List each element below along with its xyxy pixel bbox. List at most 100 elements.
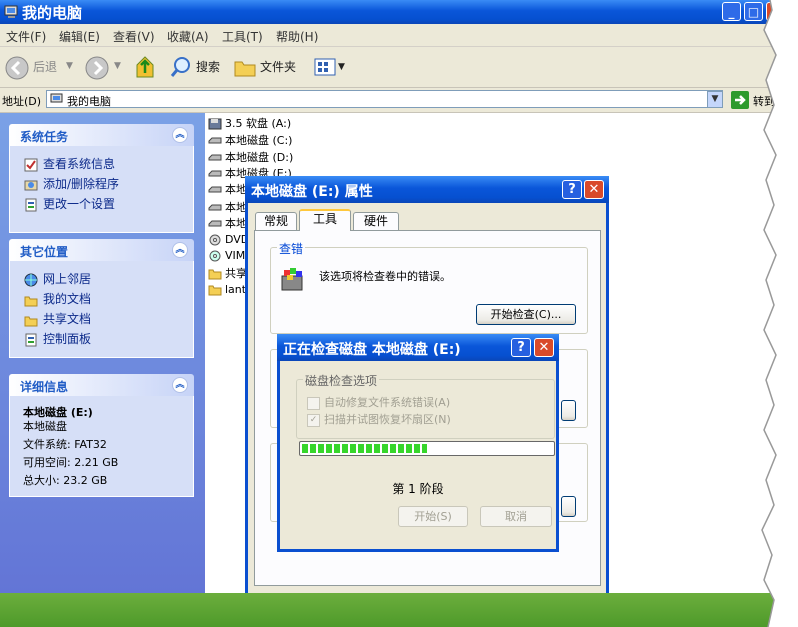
link-my-documents[interactable]: 我的文档: [24, 290, 91, 307]
link-change-setting[interactable]: 更改一个设置: [24, 195, 115, 212]
go-arrow-icon[interactable]: [731, 91, 749, 109]
tab-hardware[interactable]: 硬件: [353, 212, 399, 230]
link-label: 更改一个设置: [43, 197, 116, 211]
close-button[interactable]: ✕: [584, 180, 604, 199]
details-total-size: 总大小: 23.2 GB: [23, 474, 108, 487]
cancel-button[interactable]: 取消: [480, 506, 552, 527]
list-item[interactable]: 本地: [208, 181, 247, 197]
file-label: 本地: [225, 217, 247, 230]
window-title: 我的电脑: [22, 4, 83, 22]
search-button-label[interactable]: 搜索: [196, 58, 220, 75]
details-filesystem: 文件系统: FAT32: [23, 438, 107, 451]
checkbox-checked-icon: ✓: [307, 413, 320, 427]
menu-edit[interactable]: 编辑(E): [59, 28, 100, 45]
list-item[interactable]: 本地: [208, 215, 247, 231]
defrag-button[interactable]: [561, 400, 576, 421]
link-network-places[interactable]: 网上邻居: [24, 270, 91, 287]
list-item[interactable]: 3.5 软盘 (A:): [208, 115, 291, 131]
system-tasks-header[interactable]: 系统任务 ︽: [9, 124, 194, 146]
progress-fill: [302, 444, 427, 453]
shared-folder-icon: [208, 269, 222, 280]
properties-titlebar[interactable]: 本地磁盘 (E:) 属性 ? ✕: [245, 176, 609, 203]
collapse-chevron-icon[interactable]: ︽: [172, 127, 188, 143]
tab-general[interactable]: 常规: [255, 212, 297, 230]
file-label: 本地磁盘 (D:): [225, 151, 294, 164]
start-button[interactable]: 开始(S): [398, 506, 468, 527]
list-item[interactable]: lanti: [208, 283, 249, 296]
checkbox-unchecked-icon: [307, 396, 320, 410]
file-label: 本地: [225, 183, 247, 196]
system-tasks-title: 系统任务: [20, 130, 69, 144]
link-label: 查看系统信息: [43, 157, 116, 171]
details-title: 详细信息: [20, 380, 69, 394]
folders-icon[interactable]: [233, 56, 257, 78]
other-places-header[interactable]: 其它位置 ︽: [9, 239, 194, 261]
address-input[interactable]: 我的电脑: [46, 90, 723, 108]
disk-check-icon: [281, 268, 303, 291]
link-label: 添加/删除程序: [43, 177, 120, 191]
back-arrow-icon[interactable]: [5, 56, 29, 80]
address-dropdown-icon[interactable]: ▼: [707, 91, 723, 108]
views-icon[interactable]: [314, 58, 336, 76]
views-dropdown-icon[interactable]: ▼: [338, 62, 345, 72]
search-icon[interactable]: [169, 55, 193, 79]
menu-file[interactable]: 文件(F): [6, 28, 46, 45]
link-control-panel[interactable]: 控制面板: [24, 330, 91, 347]
cd-drive-icon: [209, 250, 221, 262]
check-disk-titlebar[interactable]: 正在检查磁盘 本地磁盘 (E:) ? ✕: [277, 334, 559, 361]
list-item[interactable]: 本地: [208, 199, 247, 215]
list-item[interactable]: VIM: [208, 249, 245, 262]
progress-bar: [299, 441, 555, 456]
details-free-space: 可用空间: 2.21 GB: [23, 456, 119, 469]
forward-dropdown-icon[interactable]: ▼: [114, 61, 121, 71]
my-computer-icon: [50, 93, 63, 103]
start-check-button[interactable]: 开始检查(C)...: [476, 304, 576, 325]
back-dropdown-icon[interactable]: ▼: [66, 61, 73, 71]
link-shared-documents[interactable]: 共享文档: [24, 310, 91, 327]
menu-tools[interactable]: 工具(T): [222, 28, 263, 45]
list-item[interactable]: DVD: [208, 233, 249, 246]
window-titlebar[interactable]: 我的电脑 _ □ ✕: [0, 0, 790, 24]
toolbar: 后退 ▼ ▼ 搜索 文件夹 ▼: [0, 47, 790, 88]
check-disk-dialog: 正在检查磁盘 本地磁盘 (E:) ? ✕ 磁盘检查选项 自动修复文件系统错误(A…: [277, 334, 559, 552]
tab-tools[interactable]: 工具: [299, 209, 351, 231]
hard-drive-icon: [208, 137, 222, 144]
help-button[interactable]: ?: [562, 180, 582, 199]
collapse-chevron-icon[interactable]: ︽: [172, 242, 188, 258]
address-label: 地址(D): [2, 95, 42, 108]
minimize-button[interactable]: _: [722, 2, 741, 21]
auto-fix-checkbox[interactable]: 自动修复文件系统错误(A): [307, 394, 450, 410]
scan-recover-checkbox[interactable]: ✓ 扫描并试图恢复坏扇区(N): [307, 411, 451, 427]
up-folder-icon[interactable]: [134, 55, 156, 79]
control-panel-icon: [25, 333, 37, 346]
file-label: 3.5 软盘 (A:): [225, 117, 292, 130]
file-label: 本地: [225, 201, 247, 214]
menu-help[interactable]: 帮助(H): [276, 28, 318, 45]
system-tasks-panel: 系统任务 ︽ 查看系统信息 添加/删除程序 更改一个设置: [9, 124, 194, 233]
link-label: 我的文档: [43, 292, 92, 306]
collapse-chevron-icon[interactable]: ︽: [172, 377, 188, 393]
link-label: 控制面板: [43, 332, 92, 346]
scan-recover-label: 扫描并试图恢复坏扇区(N): [324, 413, 451, 426]
backup-button[interactable]: [561, 496, 576, 517]
menu-view[interactable]: 查看(V): [113, 28, 155, 45]
check-disk-title: 正在检查磁盘 本地磁盘 (E:): [283, 342, 461, 358]
stage-label: 第 1 阶段: [392, 482, 444, 496]
folders-button-label[interactable]: 文件夹: [260, 58, 296, 75]
list-item[interactable]: 本地磁盘 (C:): [208, 132, 292, 148]
help-button[interactable]: ?: [511, 338, 531, 357]
back-button-label[interactable]: 后退: [33, 58, 57, 75]
close-button[interactable]: ✕: [534, 338, 554, 357]
network-places-icon: [24, 273, 38, 286]
details-header[interactable]: 详细信息 ︽: [9, 374, 194, 396]
link-view-system-info[interactable]: 查看系统信息: [24, 155, 115, 172]
list-item[interactable]: 本地磁盘 (D:): [208, 149, 293, 165]
auto-fix-label: 自动修复文件系统错误(A): [324, 396, 451, 409]
my-documents-icon: [24, 296, 38, 306]
hard-drive-icon: [208, 204, 222, 211]
link-add-remove-programs[interactable]: 添加/删除程序: [24, 175, 119, 192]
menu-favorites[interactable]: 收藏(A): [167, 28, 209, 45]
forward-arrow-icon[interactable]: [85, 56, 109, 80]
list-item[interactable]: 共享: [208, 265, 247, 281]
system-info-icon: [24, 158, 38, 171]
